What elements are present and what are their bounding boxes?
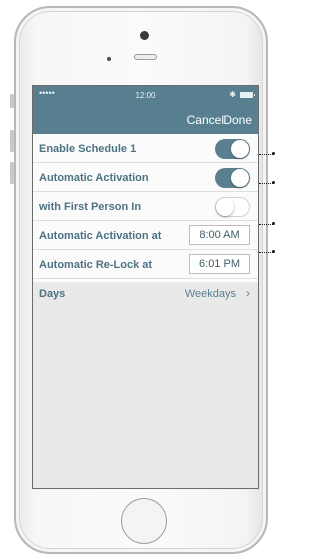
automatic-activation-row: Automatic Activation (33, 163, 258, 192)
home-button[interactable] (121, 498, 167, 544)
relock-time-row: Automatic Re-Lock at 6:01 PM (33, 250, 258, 279)
callout-dot (272, 152, 275, 155)
callout-line (259, 222, 275, 225)
toggle-knob (216, 198, 234, 216)
phone-screen: ••••• 12:00 ✱ Cancel Done Enable Schedul… (32, 85, 259, 489)
days-row[interactable]: Days Weekdays › (33, 279, 258, 308)
callout-line (259, 181, 275, 184)
callout-line (259, 152, 275, 155)
callout-line (259, 250, 275, 253)
days-value[interactable]: Weekdays (185, 288, 236, 300)
row-label: Automatic Re-Lock at (39, 259, 153, 271)
proximity-sensor (107, 57, 111, 61)
row-label: Automatic Activation at (39, 230, 162, 242)
row-label: Automatic Activation (39, 172, 149, 184)
activation-time-field[interactable]: 8:00 AM (189, 225, 250, 245)
chevron-right-icon: › (246, 286, 250, 300)
bluetooth-icon: ✱ (229, 90, 236, 99)
earpiece-speaker (134, 54, 157, 60)
done-button[interactable]: Done (223, 113, 252, 127)
navigation-bar: Cancel Done (33, 106, 258, 134)
schedule-settings-list: Enable Schedule 1 Automatic Activation w… (33, 134, 258, 300)
volume-up-button (10, 130, 14, 152)
front-camera (140, 31, 149, 40)
cancel-button[interactable]: Cancel (187, 113, 224, 127)
activation-time-row: Automatic Activation at 8:00 AM (33, 221, 258, 250)
status-bar: ••••• 12:00 ✱ (33, 86, 258, 106)
toggle-knob (231, 140, 249, 158)
status-time: 12:00 (135, 91, 156, 100)
callout-dot (272, 181, 275, 184)
first-person-in-row: with First Person In (33, 192, 258, 221)
volume-down-button (10, 162, 14, 184)
row-label: Days (39, 288, 66, 300)
relock-time-field[interactable]: 6:01 PM (189, 254, 250, 274)
first-person-in-toggle[interactable] (215, 197, 250, 217)
row-label: with First Person In (39, 201, 142, 213)
automatic-activation-toggle[interactable] (215, 168, 250, 188)
row-label: Enable Schedule 1 (39, 143, 137, 155)
toggle-knob (231, 169, 249, 187)
callout-dot (272, 250, 275, 253)
enable-schedule-toggle[interactable] (215, 139, 250, 159)
enable-schedule-row: Enable Schedule 1 (33, 134, 258, 163)
callout-dot (272, 222, 275, 225)
battery-icon (240, 92, 255, 98)
mute-switch (10, 94, 14, 108)
